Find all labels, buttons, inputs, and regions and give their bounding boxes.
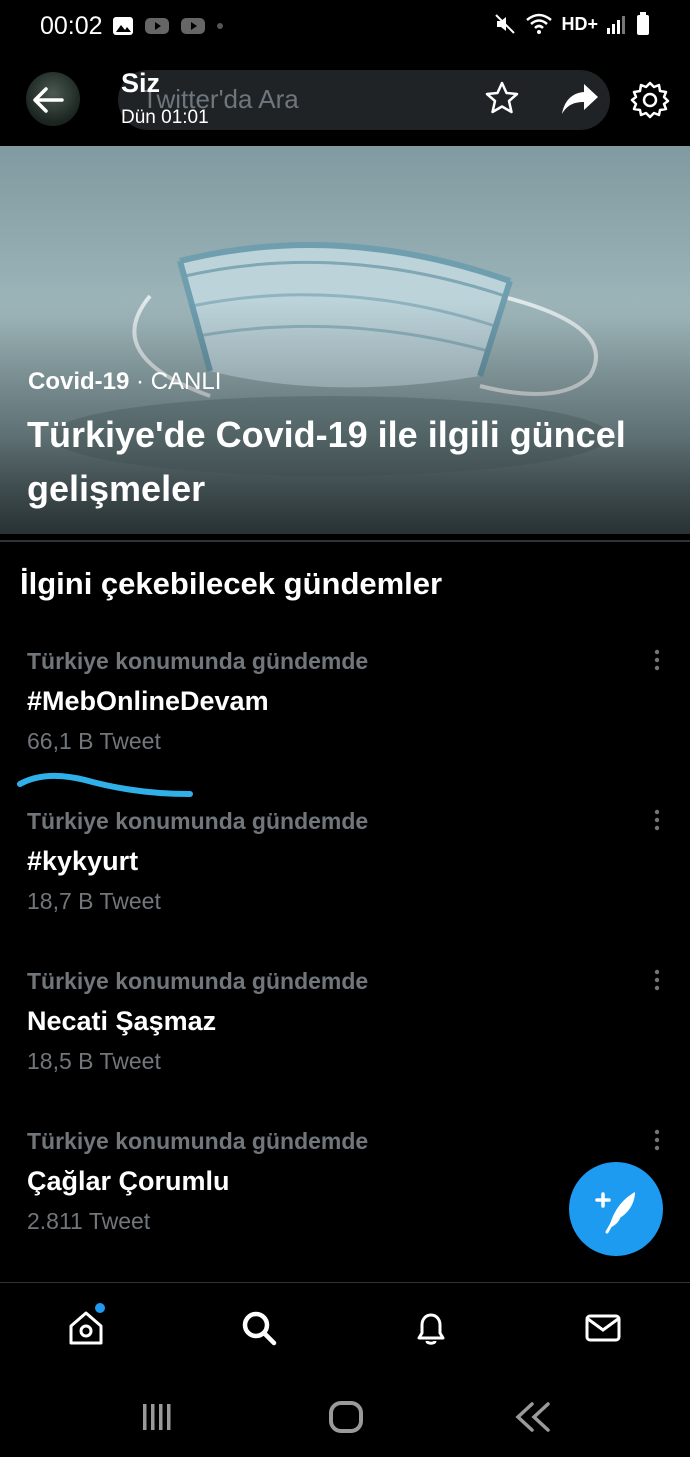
share-icon[interactable] bbox=[560, 82, 600, 116]
youtube-icon-2 bbox=[181, 18, 205, 34]
trend-count: 2.811 Tweet bbox=[27, 1208, 151, 1234]
star-icon[interactable] bbox=[484, 80, 520, 116]
recent-apps-icon[interactable] bbox=[140, 1400, 178, 1434]
wifi-icon bbox=[526, 13, 553, 34]
trend-name: #kykyurt bbox=[27, 846, 139, 876]
more-notifications-dot-icon bbox=[217, 23, 223, 29]
youtube-icon bbox=[145, 18, 169, 34]
divider bbox=[0, 540, 690, 542]
search-icon[interactable] bbox=[239, 1308, 279, 1348]
hero-live-label: CANLI bbox=[150, 368, 222, 395]
signal-icon bbox=[607, 16, 625, 34]
trend-context: Türkiye konumunda gündemde bbox=[27, 808, 369, 834]
trend-count: 18,5 B Tweet bbox=[27, 1048, 161, 1074]
more-options-icon[interactable] bbox=[648, 968, 666, 994]
mute-vibrate-icon bbox=[495, 14, 516, 34]
trend-name: Necati Şaşmaz bbox=[27, 1006, 217, 1036]
home-icon[interactable] bbox=[66, 1308, 106, 1348]
trend-context: Türkiye konumunda gündemde bbox=[27, 1128, 369, 1154]
trend-item[interactable]: Türkiye konumunda gündemde Necati Şaşmaz… bbox=[0, 968, 690, 1118]
home-button-icon[interactable] bbox=[327, 1400, 365, 1434]
notification-icons bbox=[112, 15, 224, 37]
status-time: 00:02 bbox=[40, 12, 103, 40]
trend-count: 18,7 B Tweet bbox=[27, 888, 161, 914]
back-icon[interactable] bbox=[512, 1400, 554, 1434]
hero-category: Covid-19 bbox=[28, 368, 130, 395]
hero-title: Türkiye'de Covid-19 ile ilgili güncel ge… bbox=[27, 414, 626, 509]
more-options-icon[interactable] bbox=[648, 1128, 666, 1154]
notifications-bell-icon[interactable] bbox=[411, 1308, 451, 1348]
trend-name: #MebOnlineDevam bbox=[27, 686, 269, 716]
battery-icon bbox=[637, 12, 649, 35]
trend-name: Çağlar Çorumlu bbox=[27, 1166, 230, 1196]
home-notification-dot bbox=[95, 1303, 105, 1313]
hero-banner[interactable]: Covid-19 · CANLI Türkiye'de Covid-19 ile… bbox=[0, 146, 690, 534]
more-options-icon[interactable] bbox=[648, 648, 666, 674]
hero-meta: Covid-19 · CANLI bbox=[28, 368, 221, 396]
hand-drawn-underline bbox=[17, 772, 193, 797]
gear-icon[interactable] bbox=[630, 80, 670, 120]
bottom-nav-divider bbox=[0, 1282, 690, 1283]
status-right: HD+ bbox=[493, 12, 650, 36]
section-title: İlgini çekebilecek gündemler bbox=[20, 566, 443, 601]
compose-feather-icon bbox=[595, 1192, 635, 1234]
hero-separator: · bbox=[129, 368, 151, 395]
gallery-icon bbox=[113, 17, 133, 35]
trend-item[interactable]: Türkiye konumunda gündemde #kykyurt 18,7… bbox=[0, 808, 690, 958]
trend-context: Türkiye konumunda gündemde bbox=[27, 648, 369, 674]
trend-count: 66,1 B Tweet bbox=[27, 728, 161, 754]
chat-timestamp: Dün 01:01 bbox=[121, 107, 209, 128]
network-type: HD+ bbox=[561, 13, 598, 34]
status-bar: 00:02 HD+ bbox=[0, 0, 690, 52]
compose-tweet-button[interactable] bbox=[569, 1162, 663, 1256]
chat-name: Siz bbox=[121, 68, 161, 98]
messages-envelope-icon[interactable] bbox=[583, 1308, 623, 1348]
more-options-icon[interactable] bbox=[648, 808, 666, 834]
back-arrow-icon[interactable] bbox=[28, 80, 68, 120]
trend-context: Türkiye konumunda gündemde bbox=[27, 968, 369, 994]
top-bar: Twitter'da Ara Siz Dün 01:01 bbox=[0, 52, 690, 146]
